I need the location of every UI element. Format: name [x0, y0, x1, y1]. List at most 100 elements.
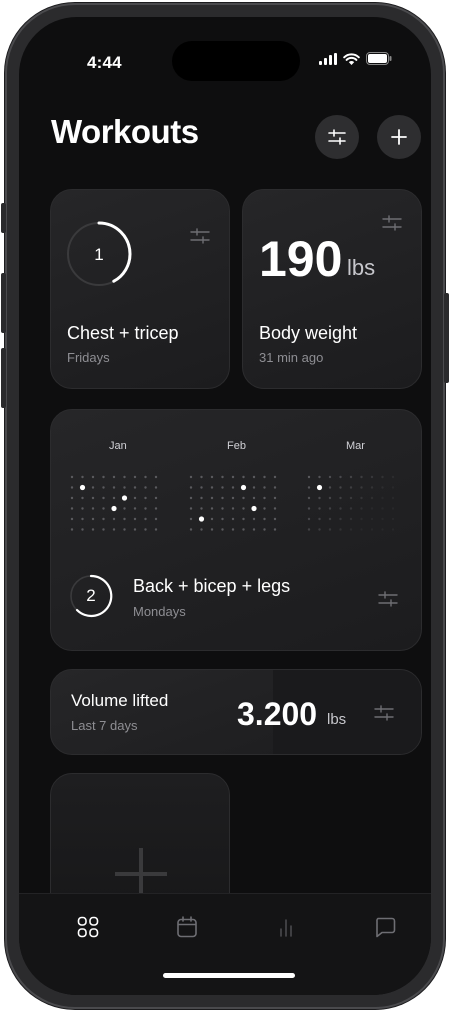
day-dot — [123, 507, 126, 510]
day-dot — [370, 475, 374, 479]
day-dot — [360, 507, 363, 510]
day-dot — [263, 475, 266, 479]
sliders-icon[interactable] — [381, 214, 403, 232]
volume-value: 3.200 — [237, 696, 318, 732]
volume-card[interactable]: Volume lifted Last 7 days 3.200 lbs — [50, 669, 422, 755]
day-dot — [349, 507, 353, 510]
day-dot — [370, 507, 374, 510]
workout-card-back[interactable]: Jan Feb Mar 2 Back + bicep + legs Monday… — [50, 409, 422, 651]
battery-icon — [366, 52, 392, 65]
screen: 4:44 Workouts 1 Chest + tricep Fridays 1… — [19, 17, 431, 995]
day-dot — [318, 517, 321, 521]
day-dot — [339, 496, 342, 500]
volume-unit: lbs — [327, 711, 347, 728]
phone-frame: 4:44 Workouts 1 Chest + tricep Fridays 1… — [1, 3, 449, 1009]
day-dot — [81, 507, 84, 510]
day-dot — [273, 496, 277, 500]
day-dot — [328, 517, 332, 521]
sliders-icon[interactable] — [373, 704, 395, 722]
day-dot — [339, 517, 342, 521]
day-dot — [189, 507, 193, 510]
day-dot — [200, 507, 203, 510]
tab-calendar[interactable] — [172, 912, 202, 942]
workout-subtitle: Fridays — [67, 350, 110, 365]
day-dot — [391, 475, 395, 479]
add-button[interactable] — [377, 115, 421, 159]
day-dot — [252, 475, 256, 479]
day-dot — [112, 475, 116, 479]
day-dot — [154, 528, 158, 531]
day-dot — [263, 486, 266, 489]
active-day-dot — [121, 495, 128, 501]
day-dot — [112, 528, 116, 531]
day-dot — [381, 496, 384, 500]
day-dot — [70, 486, 74, 489]
day-dot — [200, 486, 203, 489]
day-dot — [391, 507, 395, 510]
day-dot — [307, 486, 311, 489]
day-dot — [221, 528, 224, 531]
day-dot — [133, 517, 137, 521]
day-dot — [328, 475, 332, 479]
day-dot — [81, 517, 84, 521]
filter-button[interactable] — [315, 115, 359, 159]
day-dot — [102, 517, 105, 521]
tab-messages[interactable] — [370, 912, 400, 942]
workout-card-chest[interactable]: 1 Chest + tricep Fridays — [50, 189, 230, 389]
tab-dashboard[interactable] — [73, 912, 103, 942]
day-dot — [91, 517, 95, 521]
day-dot — [381, 517, 384, 521]
day-dot — [210, 496, 214, 500]
day-dot — [339, 486, 342, 489]
power-button — [444, 293, 449, 383]
day-dot — [133, 496, 137, 500]
volume-title: Volume lifted — [71, 691, 169, 710]
day-dot — [318, 528, 321, 531]
sliders-icon[interactable] — [377, 590, 399, 608]
day-dot — [263, 517, 266, 521]
day-dot — [210, 528, 214, 531]
day-dot — [328, 496, 332, 500]
day-dot — [370, 517, 374, 521]
day-dot — [381, 507, 384, 510]
day-dot — [307, 507, 311, 510]
day-dot — [391, 528, 395, 531]
tab-stats[interactable] — [271, 912, 301, 942]
bar-chart-icon — [280, 919, 292, 937]
day-dot — [370, 486, 374, 489]
day-dot — [273, 507, 277, 510]
day-dot — [91, 496, 95, 500]
day-dot — [91, 475, 95, 479]
day-dot — [242, 475, 245, 479]
day-dot — [231, 517, 235, 521]
day-dot — [370, 528, 374, 531]
day-dot — [133, 475, 137, 479]
day-dot — [123, 528, 126, 531]
day-dot — [133, 528, 137, 531]
volume-up-button — [1, 273, 6, 333]
day-dot — [210, 486, 214, 489]
day-dot — [102, 496, 105, 500]
body-weight-card[interactable]: 190 lbs Body weight 31 min ago — [242, 189, 422, 389]
day-dot — [221, 507, 224, 510]
day-dot — [231, 507, 235, 510]
day-dot — [123, 517, 126, 521]
day-dot — [339, 528, 342, 531]
day-dot — [221, 517, 224, 521]
sliders-icon — [328, 129, 346, 145]
day-dot — [70, 475, 74, 479]
day-dot — [91, 486, 95, 489]
day-dot — [252, 486, 256, 489]
day-dot — [360, 475, 363, 479]
active-day-dot — [251, 505, 257, 512]
sliders-icon[interactable] — [189, 227, 211, 245]
day-dot — [307, 475, 311, 479]
day-dot — [70, 496, 74, 500]
day-dot — [349, 517, 353, 521]
workout-number: 1 — [94, 245, 104, 264]
day-dot — [242, 496, 245, 500]
day-dot — [360, 528, 363, 531]
chat-icon — [376, 917, 396, 938]
status-time: 4:44 — [87, 53, 122, 72]
active-day-dot — [79, 484, 86, 491]
